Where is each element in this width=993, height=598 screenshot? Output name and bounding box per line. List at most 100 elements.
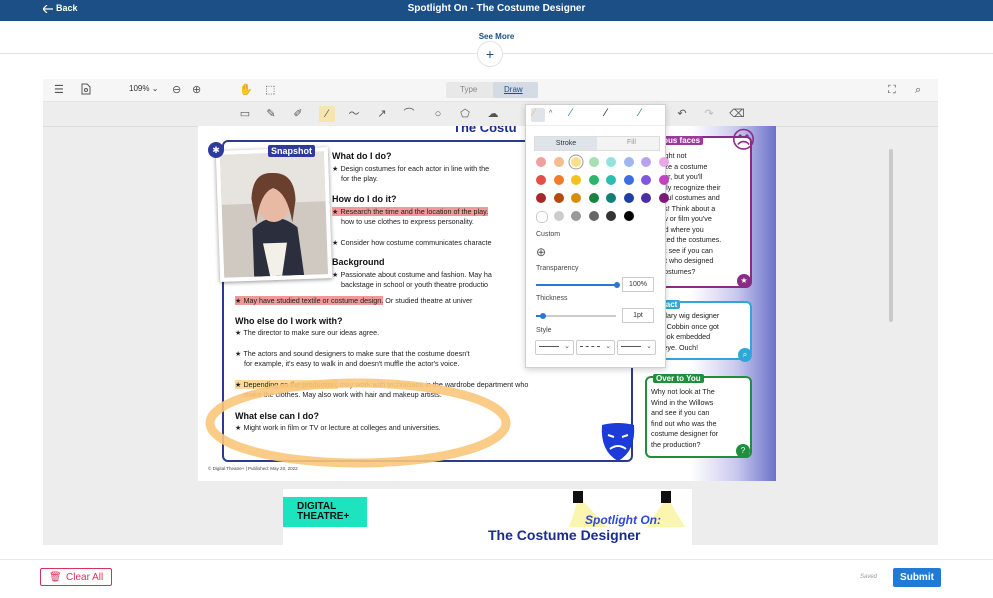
color-swatch[interactable] bbox=[553, 157, 564, 167]
color-swatch[interactable] bbox=[658, 193, 669, 203]
pencil-tool-icon[interactable]: ✎ bbox=[263, 106, 279, 122]
undo-icon[interactable]: ↶ bbox=[674, 106, 690, 122]
color-swatch[interactable] bbox=[588, 175, 599, 185]
fill-tab[interactable]: Fill bbox=[627, 139, 636, 146]
line-end-style-select[interactable]: ⌄ bbox=[617, 340, 656, 355]
digital-theatre-logo: DIGITAL THEATRE+ bbox=[283, 497, 367, 527]
zoom-level: 109% bbox=[129, 84, 150, 93]
color-swatch[interactable] bbox=[623, 157, 634, 167]
zoom-select[interactable]: 109% ⌄ bbox=[129, 84, 158, 93]
color-swatch[interactable] bbox=[641, 175, 651, 185]
clear-all-button[interactable]: 🗑 Clear All bbox=[40, 568, 112, 586]
custom-label: Custom bbox=[536, 231, 561, 238]
highlighter-tool-icon[interactable]: ⁄ bbox=[319, 106, 335, 122]
color-swatch[interactable] bbox=[658, 157, 669, 167]
top-bar: Back Spotlight On - The Costume Designer bbox=[0, 0, 993, 21]
color-swatch[interactable] bbox=[588, 211, 599, 221]
transparency-label: Transparency bbox=[536, 265, 579, 272]
chevron-up-icon[interactable]: ^ bbox=[549, 110, 552, 117]
zoom-out-icon[interactable]: ⊖ bbox=[172, 83, 181, 97]
polygon-tool-icon[interactable]: ⬠ bbox=[457, 106, 473, 122]
page2-title: The Costume Designer bbox=[488, 527, 641, 543]
color-swatch[interactable] bbox=[553, 193, 564, 203]
transparency-knob[interactable] bbox=[614, 282, 620, 288]
plus-icon: + bbox=[485, 46, 495, 62]
star-badge-icon: ★ bbox=[737, 274, 751, 288]
line-dash-style-select[interactable]: ⌄ bbox=[576, 340, 615, 355]
pan-hand-icon[interactable]: ✋ bbox=[239, 83, 253, 97]
spotlight-heading: Spotlight On: bbox=[585, 513, 661, 527]
color-swatch[interactable] bbox=[571, 211, 581, 221]
highlighter-icon: ⁄ bbox=[533, 107, 535, 119]
color-swatch[interactable] bbox=[571, 175, 581, 185]
color-swatch[interactable] bbox=[553, 175, 564, 185]
see-more-link[interactable]: See More bbox=[0, 32, 993, 41]
stroke-tab[interactable]: Stroke bbox=[535, 137, 597, 150]
drama-mask-icon bbox=[601, 423, 635, 461]
saved-status: Saved bbox=[860, 574, 878, 580]
arc-tool-icon[interactable]: ⌒ bbox=[401, 106, 417, 122]
search-icon[interactable]: ⌕ bbox=[915, 83, 921, 97]
color-swatch[interactable] bbox=[623, 193, 634, 203]
mode-type-tab[interactable]: Type bbox=[460, 85, 477, 94]
clear-all-label: Clear All bbox=[66, 572, 104, 583]
line-start-style-select[interactable]: ⌄ bbox=[535, 340, 574, 355]
eraser-icon[interactable]: ⌫ bbox=[729, 106, 745, 122]
add-custom-color-icon[interactable]: ⊕ bbox=[536, 245, 546, 259]
color-swatch[interactable] bbox=[536, 193, 546, 203]
arrow-tool-icon[interactable]: ↗ bbox=[374, 106, 390, 122]
color-swatch[interactable] bbox=[641, 193, 651, 203]
document-page-1: The Costu Snapshot ✱ What do I do? ★ Des… bbox=[198, 126, 776, 481]
color-swatch[interactable] bbox=[536, 211, 548, 223]
pen-blue-icon[interactable]: ⁄ bbox=[570, 107, 572, 119]
menu-icon[interactable]: ☰ bbox=[54, 83, 64, 97]
document-page-2: DIGITAL THEATRE+ Spotlight On: The Costum… bbox=[283, 489, 692, 545]
thickness-label: Thickness bbox=[536, 295, 568, 302]
color-swatch[interactable] bbox=[606, 175, 616, 185]
draw-style-popup: ⁄ ^ ⁄ ⁄ ⁄ Stroke Fill Custom ⊕ Transpare… bbox=[525, 104, 669, 368]
color-swatch[interactable] bbox=[571, 157, 581, 167]
document-icon[interactable] bbox=[81, 83, 91, 99]
submit-button[interactable]: Submit bbox=[893, 568, 941, 587]
color-swatch[interactable] bbox=[571, 193, 581, 203]
color-swatch[interactable] bbox=[606, 157, 616, 167]
color-swatch[interactable] bbox=[588, 193, 599, 203]
marker-tool-icon[interactable]: ✐ bbox=[290, 106, 306, 122]
fullscreen-icon[interactable]: ⛶ bbox=[888, 83, 896, 97]
mode-draw-tab[interactable]: Draw bbox=[504, 85, 523, 94]
copyright-text: © Digital Theatre+ | Published: May 20, … bbox=[208, 466, 298, 471]
transparency-slider[interactable] bbox=[536, 284, 616, 286]
redo-icon[interactable]: ↷ bbox=[701, 106, 717, 122]
color-swatch[interactable] bbox=[606, 211, 616, 221]
thickness-slider[interactable] bbox=[536, 315, 616, 317]
zoom-in-icon[interactable]: ⊕ bbox=[192, 83, 201, 97]
page-title: Spotlight On - The Costume Designer bbox=[407, 3, 586, 14]
vertical-scrollbar[interactable] bbox=[889, 149, 893, 322]
pen-green-icon[interactable]: ⁄ bbox=[639, 107, 641, 119]
color-swatch[interactable] bbox=[606, 193, 616, 203]
color-swatch[interactable] bbox=[641, 157, 651, 167]
pen-black-icon[interactable]: ⁄ bbox=[605, 107, 607, 119]
color-swatch[interactable] bbox=[536, 157, 546, 167]
color-swatch[interactable] bbox=[623, 175, 634, 185]
select-area-icon[interactable]: ⬚ bbox=[265, 83, 275, 97]
circle-tool-icon[interactable]: ○ bbox=[430, 106, 446, 122]
magnifier-badge-icon: ⌕ bbox=[738, 348, 752, 362]
over-to-you-box: Over to You Why not look at The Wind in t… bbox=[645, 374, 752, 458]
color-swatch[interactable] bbox=[588, 157, 599, 167]
thickness-knob[interactable] bbox=[540, 313, 546, 319]
thickness-value[interactable]: 1pt bbox=[622, 308, 654, 323]
draw-toolbar: ▭ ✎ ✐ ⁄ 〜 ↗ ⌒ ○ ⬠ ☁ ↶ ↷ ⌫ bbox=[43, 102, 938, 127]
freehand-tool-icon[interactable]: 〜 bbox=[346, 106, 362, 122]
cloud-tool-icon[interactable]: ☁ bbox=[485, 106, 501, 122]
expand-plus-button[interactable]: + bbox=[477, 41, 503, 67]
popup-header: ⁄ ^ ⁄ ⁄ ⁄ bbox=[526, 105, 665, 126]
color-swatch[interactable] bbox=[553, 211, 564, 221]
trash-icon: 🗑 bbox=[49, 572, 62, 583]
color-swatch[interactable] bbox=[658, 175, 669, 185]
rectangle-tool-icon[interactable]: ▭ bbox=[237, 106, 253, 122]
color-swatch[interactable] bbox=[623, 211, 634, 221]
over-to-you-text: Why not look at The Wind in the Willows an… bbox=[651, 387, 719, 449]
transparency-value[interactable]: 100% bbox=[622, 277, 654, 292]
color-swatch[interactable] bbox=[536, 175, 546, 185]
